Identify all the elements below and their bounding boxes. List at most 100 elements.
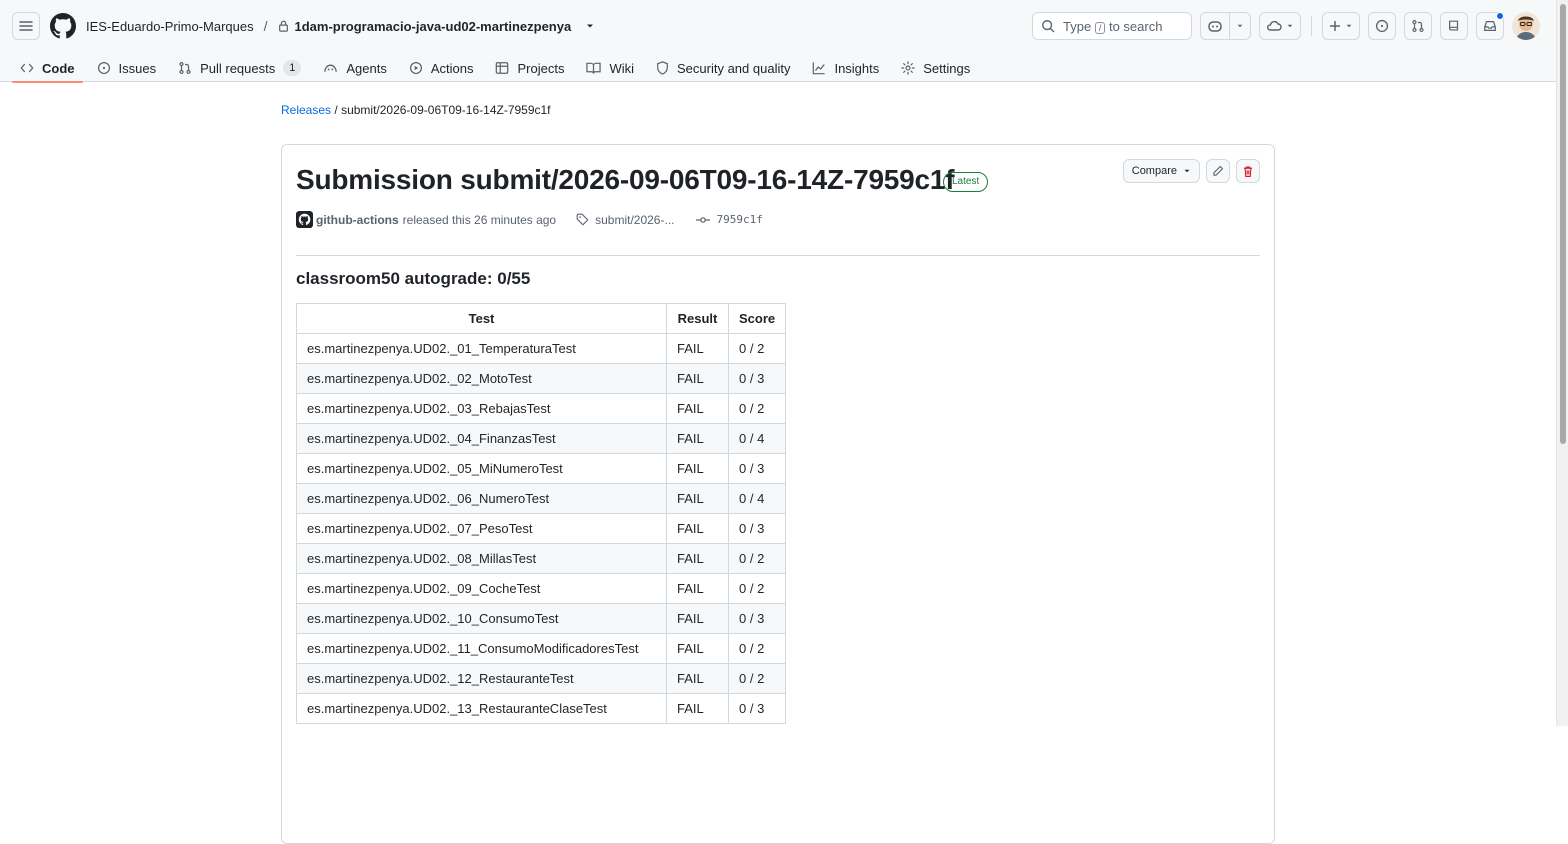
author-link[interactable]: github-actions bbox=[316, 213, 399, 227]
cloud-icon bbox=[1267, 20, 1282, 31]
test-name-cell: es.martinezpenya.UD02._07_PesoTest bbox=[296, 513, 667, 544]
table-row: es.martinezpenya.UD02._02_MotoTest FAIL 0 … bbox=[296, 363, 787, 394]
create-new-button[interactable] bbox=[1322, 12, 1360, 40]
tag-link[interactable]: submit/2026-... bbox=[576, 213, 674, 227]
score-cell: 0 / 2 bbox=[727, 633, 787, 664]
github-actions-avatar-icon[interactable] bbox=[296, 211, 313, 228]
autograde-heading: classroom50 autograde: 0/55 bbox=[296, 269, 531, 288]
tab-agents[interactable]: Agents bbox=[315, 48, 394, 82]
repo-icon bbox=[1449, 20, 1459, 31]
table-row: es.martinezpenya.UD02._07_PesoTest FAIL 0 … bbox=[296, 513, 787, 544]
released-text: released this 26 minutes ago bbox=[402, 212, 557, 227]
lock-icon bbox=[278, 20, 288, 32]
repo-link[interactable]: 1dam-programacio-java-ud02-martinezpenya bbox=[278, 19, 596, 34]
github-logo-icon[interactable] bbox=[50, 13, 76, 39]
copilot-button[interactable] bbox=[1200, 12, 1251, 40]
vertical-scrollbar[interactable] bbox=[1556, 0, 1568, 726]
pull-requests-button[interactable] bbox=[1404, 12, 1432, 40]
tab-label: Actions bbox=[430, 60, 474, 76]
score-cell: 0 / 3 bbox=[727, 693, 787, 724]
repositories-button[interactable] bbox=[1440, 12, 1468, 40]
notification-dot bbox=[1496, 12, 1504, 20]
test-name-cell: es.martinezpenya.UD02._03_RebajasTest bbox=[296, 393, 667, 424]
repo-tabs: Code Issues Pull requests 1 Agents Actio… bbox=[12, 48, 984, 83]
chevron-down-icon[interactable] bbox=[585, 21, 595, 31]
tab-security[interactable]: Security and quality bbox=[648, 48, 798, 82]
score-cell: 0 / 2 bbox=[727, 663, 787, 694]
score-cell: 0 / 3 bbox=[727, 513, 787, 544]
breadcrumb: Releases / submit/2026-09-06T09-16-14Z-7… bbox=[281, 100, 1275, 120]
tab-settings[interactable]: Settings bbox=[893, 48, 978, 82]
test-name-cell: es.martinezpenya.UD02._11_ConsumoModific… bbox=[296, 633, 667, 664]
tab-label: Projects bbox=[517, 60, 565, 76]
breadcrumb-current: submit/2026-09-06T09-16-14Z-7959c1f bbox=[341, 103, 551, 117]
owner-link[interactable]: IES-Eduardo-Primo-Marques bbox=[86, 19, 254, 34]
search-icon bbox=[1042, 20, 1055, 33]
tab-label: Security and quality bbox=[677, 60, 791, 76]
issue-icon bbox=[97, 61, 110, 75]
tag-name: submit/2026-... bbox=[595, 212, 675, 227]
test-name-cell: es.martinezpenya.UD02._12_RestauranteTes… bbox=[296, 663, 667, 694]
table-row: es.martinezpenya.UD02._11_ConsumoModific… bbox=[296, 633, 787, 664]
compare-label: Compare bbox=[1131, 165, 1177, 177]
tab-code[interactable]: Code bbox=[12, 48, 83, 83]
table-row: es.martinezpenya.UD02._13_RestauranteCla… bbox=[296, 693, 787, 724]
release-actions: Compare bbox=[1122, 159, 1260, 183]
compare-button[interactable]: Compare bbox=[1122, 159, 1200, 183]
menu-button[interactable] bbox=[12, 12, 40, 40]
tab-label: Settings bbox=[923, 60, 971, 76]
tab-actions[interactable]: Actions bbox=[401, 48, 482, 82]
edit-button[interactable] bbox=[1206, 159, 1230, 183]
commit-sha: 7959c1f bbox=[716, 213, 763, 226]
issue-icon bbox=[1375, 19, 1389, 33]
codespaces-button[interactable] bbox=[1259, 12, 1301, 40]
page-title: Submission submit/2026-09-06T09-16-14Z-7… bbox=[296, 164, 955, 195]
tab-issues[interactable]: Issues bbox=[89, 48, 165, 82]
release-meta: github-actions released this 26 minutes … bbox=[296, 211, 763, 228]
test-name-cell: es.martinezpenya.UD02._02_MotoTest bbox=[296, 363, 667, 394]
pencil-icon bbox=[1213, 165, 1224, 176]
score-cell: 0 / 2 bbox=[727, 393, 787, 424]
issues-button[interactable] bbox=[1368, 12, 1396, 40]
result-cell: FAIL bbox=[666, 333, 729, 364]
commit-icon bbox=[696, 216, 711, 223]
pull-requests-counter: 1 bbox=[283, 60, 302, 76]
breadcrumb-separator: / bbox=[263, 18, 268, 34]
score-cell: 0 / 4 bbox=[727, 423, 787, 454]
result-cell: FAIL bbox=[666, 633, 729, 664]
trash-icon bbox=[1243, 165, 1253, 177]
agents-icon bbox=[324, 64, 338, 72]
test-name-cell: es.martinezpenya.UD02._05_MiNumeroTest bbox=[296, 453, 667, 484]
tab-projects[interactable]: Projects bbox=[487, 48, 572, 82]
table-icon bbox=[496, 62, 509, 74]
tab-insights[interactable]: Insights bbox=[804, 48, 887, 82]
search-input[interactable]: Type / to search bbox=[1032, 12, 1192, 40]
result-cell: FAIL bbox=[666, 543, 729, 574]
chevron-down-icon bbox=[1237, 24, 1243, 28]
book-icon bbox=[586, 62, 602, 74]
repo-name: 1dam-programacio-java-ud02-martinezpenya bbox=[294, 18, 572, 34]
chevron-down-icon bbox=[1346, 24, 1352, 28]
copilot-icon bbox=[1208, 21, 1222, 32]
avatar[interactable] bbox=[1512, 12, 1540, 40]
result-cell: FAIL bbox=[666, 513, 729, 544]
result-cell: FAIL bbox=[666, 603, 729, 634]
result-cell: FAIL bbox=[666, 393, 729, 424]
result-cell: FAIL bbox=[666, 363, 729, 394]
tab-pull-requests[interactable]: Pull requests 1 bbox=[170, 48, 309, 82]
column-header-score: Score bbox=[727, 303, 787, 334]
tab-wiki[interactable]: Wiki bbox=[578, 48, 642, 82]
hamburger-icon bbox=[19, 21, 33, 31]
result-cell: FAIL bbox=[666, 453, 729, 484]
releases-link[interactable]: Releases bbox=[281, 103, 331, 117]
search-placeholder: Type / to search bbox=[1063, 18, 1163, 34]
result-cell: FAIL bbox=[666, 693, 729, 724]
score-cell: 0 / 3 bbox=[727, 453, 787, 484]
scrollbar-thumb[interactable] bbox=[1560, 4, 1566, 444]
delete-button[interactable] bbox=[1236, 159, 1260, 183]
test-name-cell: es.martinezpenya.UD02._06_NumeroTest bbox=[296, 483, 667, 514]
test-name-cell: es.martinezpenya.UD02._10_ConsumoTest bbox=[296, 603, 667, 634]
score-cell: 0 / 2 bbox=[727, 543, 787, 574]
commit-link[interactable]: 7959c1f bbox=[696, 213, 763, 226]
table-row: es.martinezpenya.UD02._03_RebajasTest FAI… bbox=[296, 393, 787, 424]
